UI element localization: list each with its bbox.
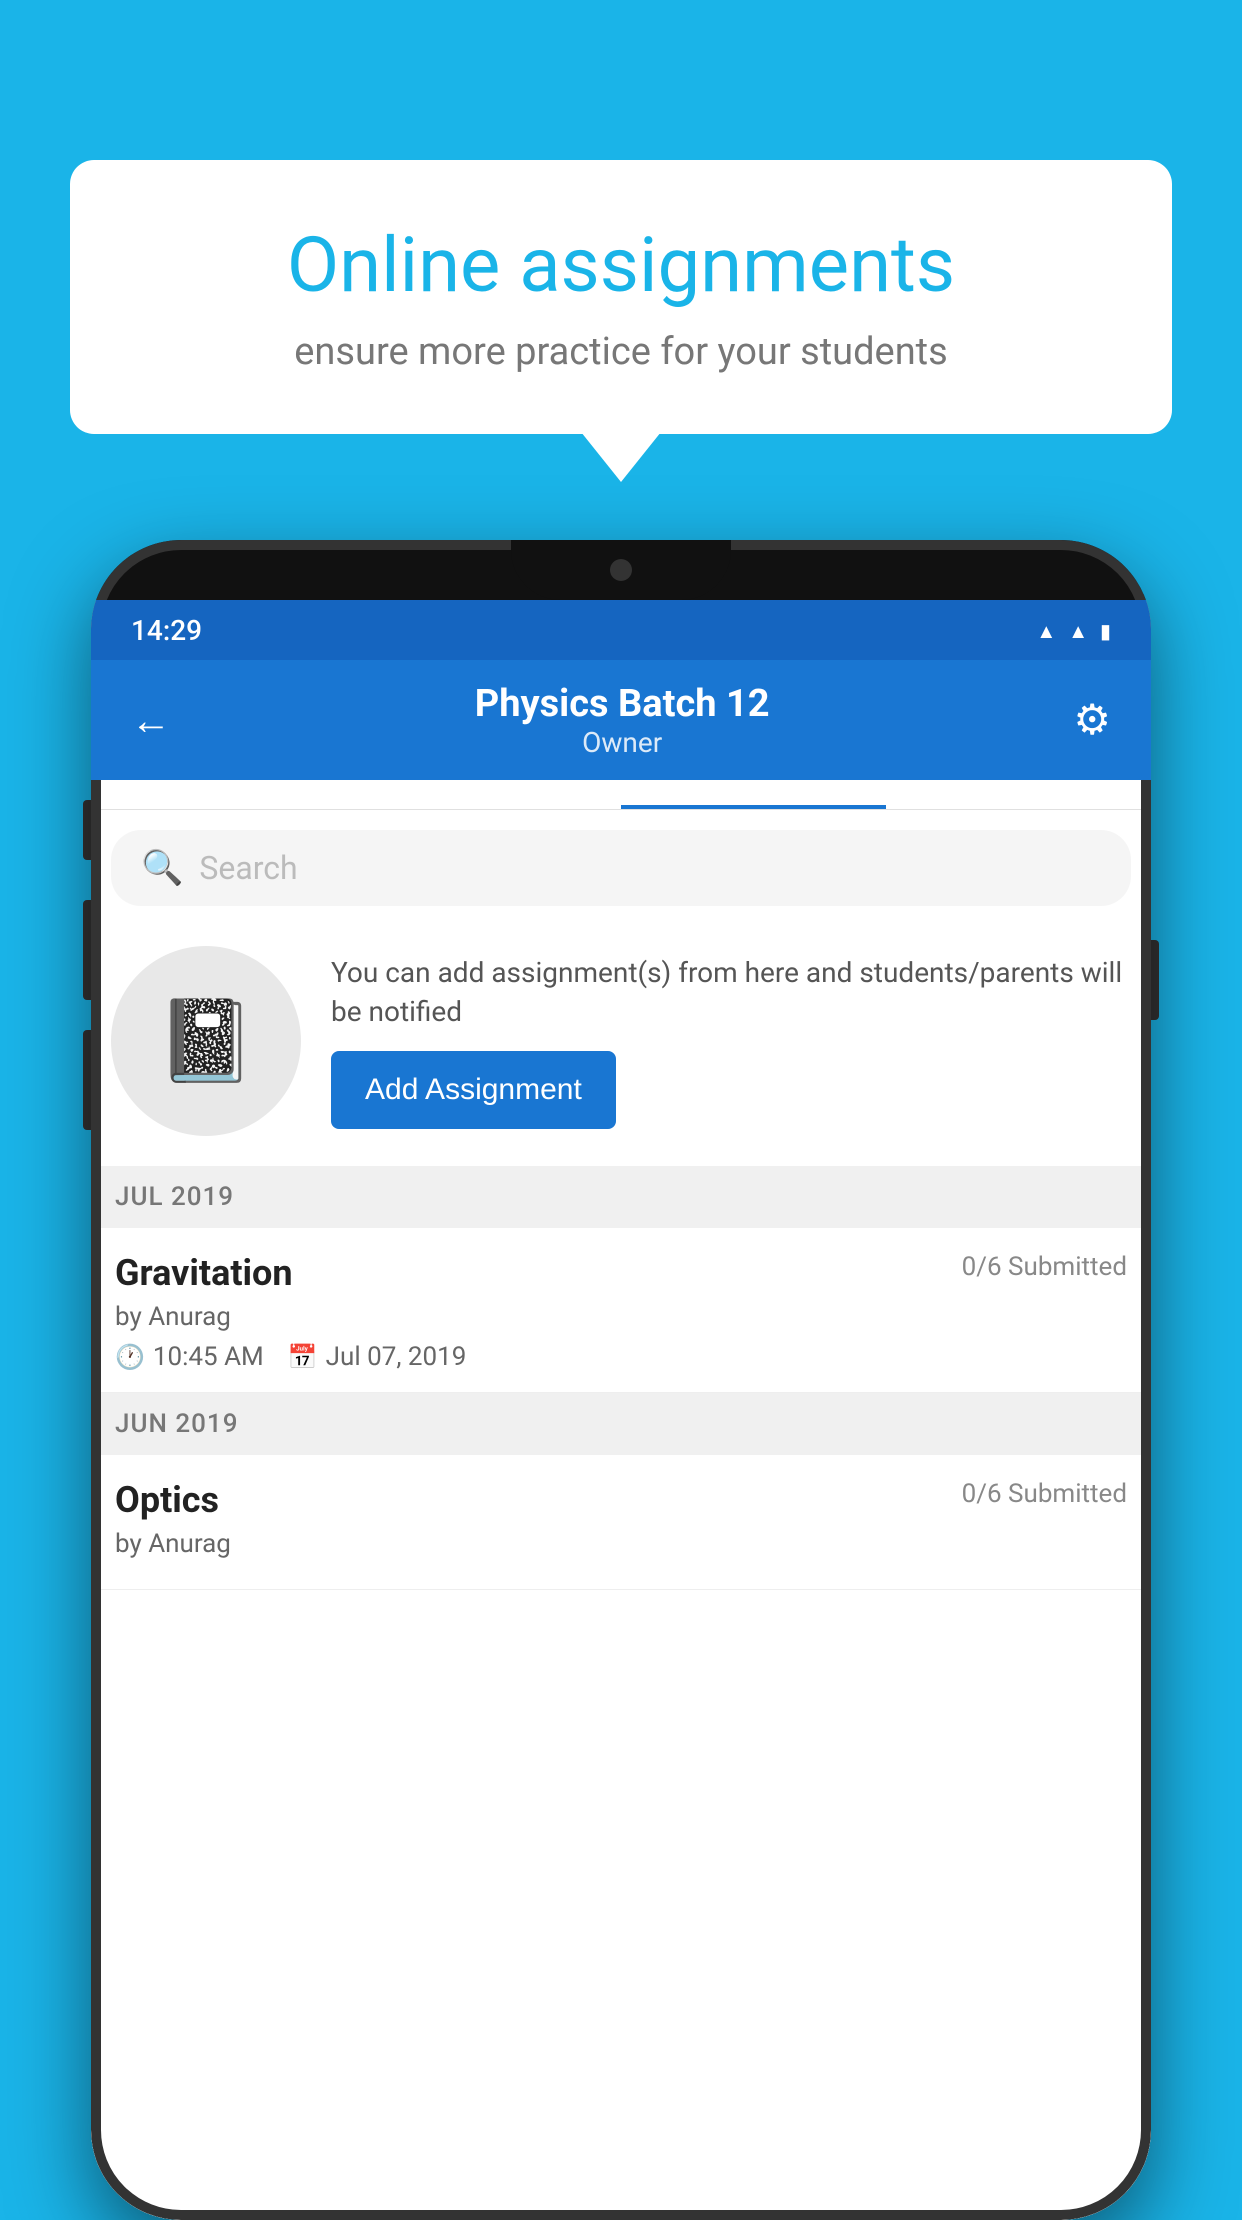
promo-right: You can add assignment(s) from here and …	[331, 953, 1131, 1129]
status-bar: 14:29	[91, 600, 1151, 660]
phone-frame: 14:29 ← Physics Batch 12 Owner ⚙	[91, 540, 1151, 2220]
wifi-icon	[1036, 616, 1056, 644]
promo-icon-circle: 📓	[111, 946, 301, 1136]
section-header-jun: JUN 2019	[91, 1393, 1151, 1455]
header-subtitle: Owner	[475, 726, 770, 759]
app-header: ← Physics Batch 12 Owner ⚙	[91, 660, 1151, 780]
assignment-date-gravitation: Jul 07, 2019	[326, 1342, 467, 1372]
screen-content: 🔍 Search 📓 You can add assignment(s) fro…	[91, 810, 1151, 2220]
bubble-subtitle: ensure more practice for your students	[140, 330, 1102, 374]
camera	[610, 559, 632, 581]
phone-wrapper: 14:29 ← Physics Batch 12 Owner ⚙	[91, 540, 1151, 2220]
assignment-submitted-optics: 0/6 Submitted	[962, 1479, 1127, 1509]
phone-screen: 14:29 ← Physics Batch 12 Owner ⚙	[91, 600, 1151, 2220]
assignment-meta-gravitation: 🕐 10:45 AM 📅 Jul 07, 2019	[115, 1342, 1127, 1372]
assignment-by-gravitation: by Anurag	[115, 1302, 1127, 1332]
assignment-item-gravitation[interactable]: Gravitation 0/6 Submitted by Anurag 🕐 10…	[91, 1228, 1151, 1393]
promo-section: 📓 You can add assignment(s) from here an…	[91, 926, 1151, 1166]
search-placeholder: Search	[199, 849, 297, 887]
assignment-item-optics[interactable]: Optics 0/6 Submitted by Anurag	[91, 1455, 1151, 1590]
header-center: Physics Batch 12 Owner	[475, 682, 770, 759]
search-icon: 🔍	[141, 848, 183, 888]
clock-icon: 🕐	[115, 1343, 145, 1371]
search-bar[interactable]: 🔍 Search	[111, 830, 1131, 906]
header-title: Physics Batch 12	[475, 682, 770, 726]
assignment-submitted-gravitation: 0/6 Submitted	[962, 1252, 1127, 1282]
battery-icon	[1100, 616, 1111, 644]
calendar-icon: 📅	[288, 1343, 318, 1371]
signal-icon	[1068, 616, 1088, 644]
assignment-name-optics: Optics	[115, 1479, 219, 1521]
section-header-jul: JUL 2019	[91, 1166, 1151, 1228]
notch	[511, 540, 731, 600]
bubble-title: Online assignments	[140, 220, 1102, 310]
add-assignment-button[interactable]: Add Assignment	[331, 1051, 616, 1129]
status-icons	[1036, 616, 1111, 644]
speech-bubble: Online assignments ensure more practice …	[70, 160, 1172, 434]
promo-text: You can add assignment(s) from here and …	[331, 953, 1131, 1031]
status-time: 14:29	[131, 614, 202, 647]
back-button[interactable]: ←	[131, 697, 171, 744]
assignment-name-gravitation: Gravitation	[115, 1252, 293, 1294]
settings-icon[interactable]: ⚙	[1073, 695, 1111, 745]
assignment-time-gravitation: 10:45 AM	[153, 1342, 264, 1372]
speech-bubble-wrapper: Online assignments ensure more practice …	[70, 160, 1172, 434]
notebook-icon: 📓	[156, 994, 256, 1088]
assignment-by-optics: by Anurag	[115, 1529, 1127, 1559]
